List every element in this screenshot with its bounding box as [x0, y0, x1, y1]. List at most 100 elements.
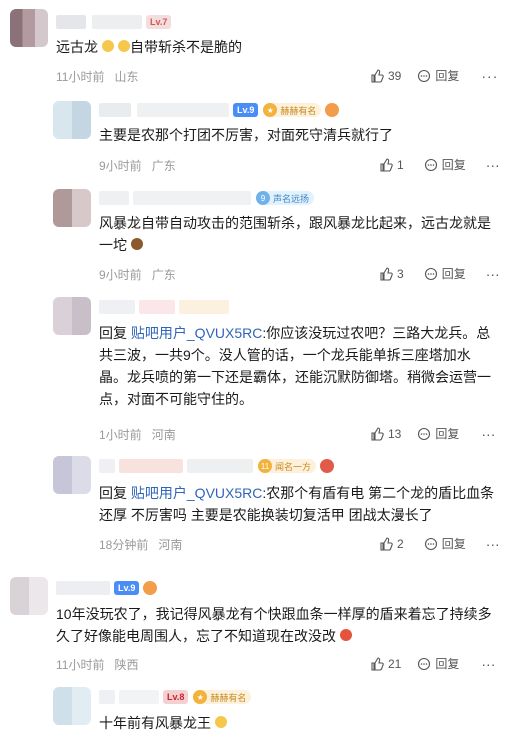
avatar[interactable]: [53, 189, 91, 227]
reply-button[interactable]: 回复: [417, 655, 459, 672]
medal-badge: 9 声名远扬: [256, 191, 315, 205]
like-button[interactable]: 21: [370, 657, 401, 671]
more-options-button[interactable]: ···: [481, 426, 495, 442]
comment-meta: 11小时前 陕西: [56, 656, 138, 673]
timestamp: 9小时前: [99, 268, 142, 282]
more-icon: ···: [485, 156, 500, 173]
comment-meta: 9小时前 广东: [99, 266, 176, 283]
medal-badge: ★ 赫赫有名: [193, 690, 252, 704]
like-count: 3: [397, 266, 404, 281]
username[interactable]: 9 声名远扬: [99, 188, 315, 208]
level-badge: Lv.9: [114, 581, 140, 595]
comment-meta: 18分钟前 河南: [99, 536, 182, 553]
medal-level: 11: [258, 459, 272, 473]
chat-bubble-icon: [418, 427, 431, 440]
like-button[interactable]: 1: [379, 158, 404, 172]
chat-bubble-icon: [424, 158, 437, 171]
chat-bubble-icon: [418, 69, 431, 82]
avatar[interactable]: [53, 101, 91, 139]
username[interactable]: Lv.7: [56, 12, 172, 32]
comment-text: 风暴龙自带自动攻击的范围斩杀，跟风暴龙比起来，远古龙就是一坨: [99, 215, 491, 253]
more-icon: ···: [481, 67, 499, 84]
mention-link[interactable]: 贴吧用户_QVUX5RC: [131, 325, 262, 341]
username[interactable]: Lv.9: [56, 578, 158, 598]
timestamp: 1小时前: [99, 428, 142, 442]
timestamp: 11小时前: [56, 70, 105, 84]
fire-badge-icon: [320, 459, 335, 473]
comment-text: 回复 贴吧用户_QVUX5RC:农那个有盾有电 第二个龙的盾比血条还厚 不厉害吗…: [99, 485, 495, 523]
comment-meta: 11小时前 山东: [56, 68, 138, 85]
fire-badge-icon: [143, 581, 158, 595]
poop-emoji-icon: [131, 238, 143, 250]
smile-emoji-icon: [215, 716, 227, 728]
comment-meta: 1小时前 河南: [99, 426, 176, 443]
like-count: 13: [388, 426, 402, 441]
more-options-button[interactable]: ···: [481, 656, 495, 672]
more-icon: ···: [485, 265, 500, 282]
like-count: 21: [388, 656, 402, 671]
comment-text: 主要是农那个打团不厉害，对面死守清兵就行了: [99, 127, 393, 143]
username[interactable]: Lv.9 ★ 赫赫有名: [99, 100, 340, 120]
reply-button[interactable]: 回复: [417, 67, 459, 84]
chat-bubble-icon: [424, 537, 437, 550]
location: 陕西: [114, 658, 139, 672]
fire-badge-icon: [325, 103, 340, 117]
chat-bubble-icon: [424, 267, 437, 280]
avatar[interactable]: [53, 687, 91, 725]
thumbs-up-icon: [380, 266, 393, 281]
thumbs-up-icon: [371, 426, 384, 441]
reply-button[interactable]: 回复: [424, 156, 466, 173]
reply-button[interactable]: 回复: [424, 265, 466, 282]
thumbs-up-icon: [380, 157, 393, 172]
username[interactable]: [99, 297, 229, 317]
mention-link[interactable]: 贴吧用户_QVUX5RC: [131, 485, 262, 501]
chat-bubble-icon: [418, 657, 431, 670]
location: 河南: [158, 538, 183, 552]
medal-badge: 11 闻名一方: [258, 459, 317, 473]
avatar[interactable]: [53, 297, 91, 335]
smile-emoji-icon: [118, 40, 130, 52]
timestamp: 9小时前: [99, 159, 142, 173]
like-count: 1: [397, 157, 404, 172]
like-button[interactable]: 13: [370, 427, 401, 441]
comment-text: 10年没玩农了，我记得风暴龙有个快跟血条一样厚的盾来着忘了持续多久了好像能电周围…: [56, 606, 492, 644]
more-icon: ···: [485, 535, 500, 552]
like-count: 2: [397, 536, 404, 551]
location: 广东: [151, 159, 176, 173]
avatar[interactable]: [53, 456, 91, 494]
thumbs-up-icon: [380, 536, 393, 551]
more-icon: ···: [481, 655, 496, 672]
like-count: 39: [388, 68, 402, 83]
avatar[interactable]: [10, 577, 48, 615]
timestamp: 11小时前: [56, 658, 105, 672]
username[interactable]: Lv.8 ★ 赫赫有名: [99, 687, 252, 707]
level-badge: Lv.8: [163, 690, 189, 704]
level-badge: Lv.7: [146, 15, 172, 29]
thumbs-up-icon: [371, 656, 384, 671]
reply-button[interactable]: 回复: [417, 425, 459, 442]
more-options-button[interactable]: ···: [486, 157, 500, 173]
smile-emoji-icon: [102, 40, 114, 52]
like-button[interactable]: 2: [379, 537, 404, 551]
more-options-button[interactable]: ···: [486, 536, 500, 552]
thumbs-up-icon: [371, 68, 384, 83]
tomato-emoji-icon: [340, 629, 352, 641]
medal-level: 9: [256, 191, 270, 205]
like-button[interactable]: 3: [379, 267, 404, 281]
like-button[interactable]: 39: [370, 69, 401, 83]
medal-badge: ★ 赫赫有名: [263, 103, 322, 117]
more-icon: ···: [481, 425, 496, 442]
comment-text: 远古龙 自带斩杀不是脆的: [56, 39, 242, 55]
comment-text: 十年前有风暴龙王: [99, 712, 227, 734]
location: 山东: [114, 70, 139, 84]
medal-icon: ★: [263, 103, 278, 117]
avatar[interactable]: [10, 9, 48, 47]
level-badge: Lv.9: [233, 103, 259, 117]
location: 河南: [151, 428, 176, 442]
more-options-button[interactable]: ···: [481, 68, 498, 84]
medal-icon: ★: [193, 690, 208, 704]
location: 广东: [151, 268, 176, 282]
username[interactable]: 11 闻名一方: [99, 456, 335, 476]
reply-button[interactable]: 回复: [424, 535, 466, 552]
more-options-button[interactable]: ···: [486, 266, 500, 282]
